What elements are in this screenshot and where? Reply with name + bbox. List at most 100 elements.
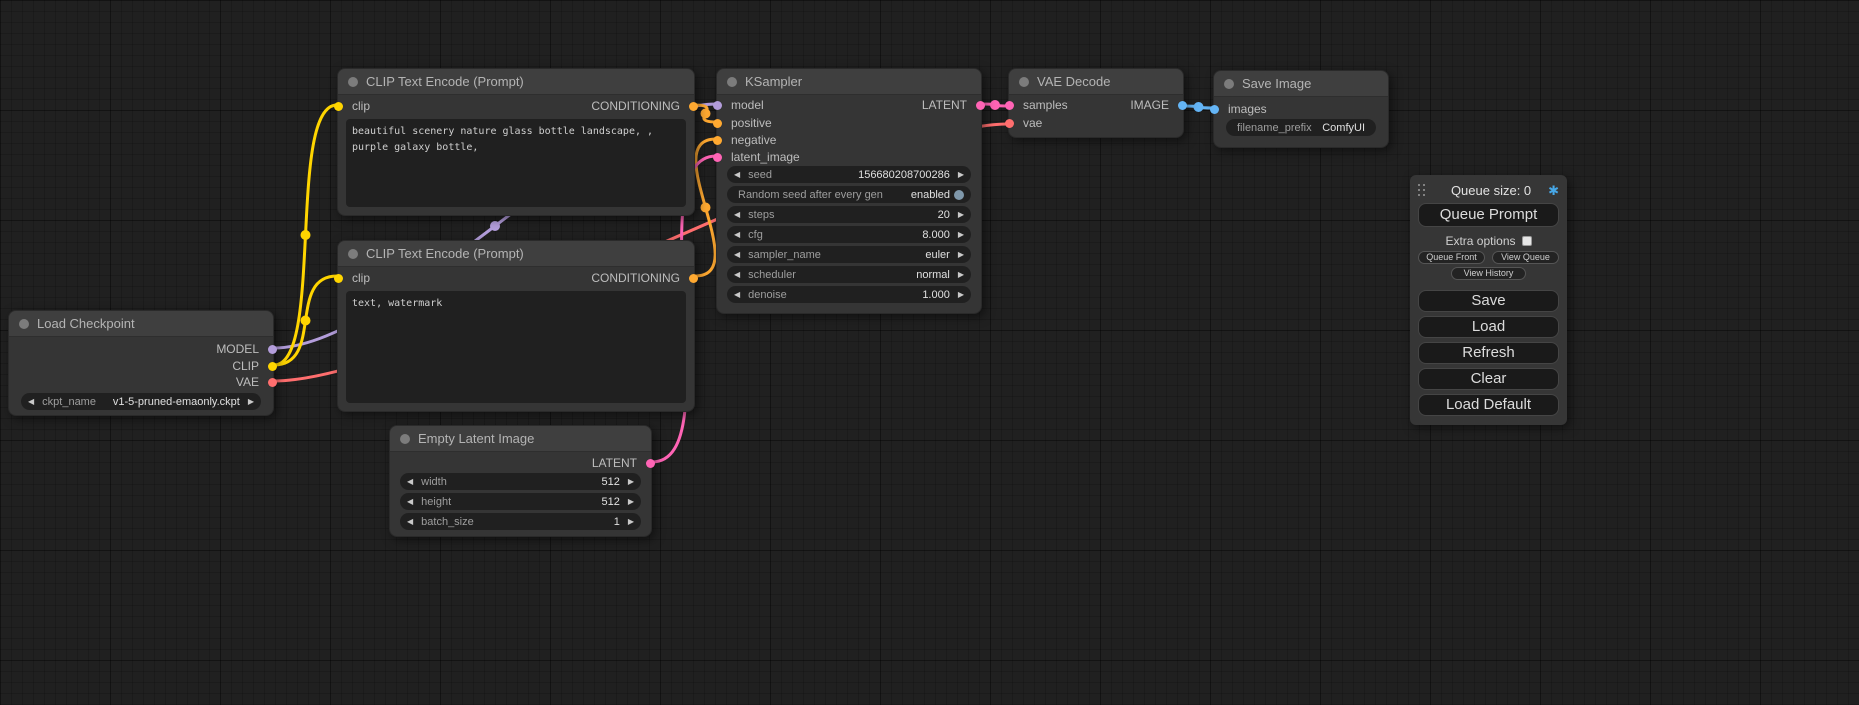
latent-image-input-dot[interactable] <box>713 153 722 162</box>
slot-label: clip <box>352 271 370 285</box>
view-history-button[interactable]: View History <box>1451 267 1526 280</box>
node-load-checkpoint[interactable]: Load Checkpoint MODEL CLIP VAE ◀ ckpt_na… <box>8 310 274 416</box>
widget-decrement-icon[interactable]: ◀ <box>407 493 413 510</box>
widget-increment-icon[interactable]: ▶ <box>958 266 964 283</box>
widget-increment-icon[interactable]: ▶ <box>628 513 634 530</box>
node-titlebar[interactable]: Empty Latent Image <box>390 426 651 452</box>
queue-prompt-button[interactable]: Queue Prompt <box>1418 203 1559 227</box>
refresh-button[interactable]: Refresh <box>1418 342 1559 364</box>
widget-decrement-icon[interactable]: ◀ <box>734 286 740 303</box>
node-clip-text-encode-positive[interactable]: CLIP Text Encode (Prompt) clip CONDITION… <box>337 68 695 216</box>
node-status-dot <box>348 249 358 259</box>
extra-options-checkbox[interactable] <box>1522 236 1532 246</box>
toggle-dot[interactable] <box>954 190 964 200</box>
denoise-widget[interactable]: ◀ denoise 1.000 ▶ <box>727 286 971 303</box>
output-slot-conditioning: CONDITIONING <box>591 271 680 285</box>
clip-input-dot[interactable] <box>334 102 343 111</box>
latent-output-dot[interactable] <box>976 101 985 110</box>
input-slot-images: images <box>1228 102 1267 116</box>
widget-label: denoise <box>748 289 787 301</box>
drag-handle-icon[interactable] <box>1418 184 1426 197</box>
clear-button[interactable]: Clear <box>1418 368 1559 390</box>
vae-input-dot[interactable] <box>1005 119 1014 128</box>
widget-decrement-icon[interactable]: ◀ <box>734 166 740 183</box>
widget-label: batch_size <box>421 516 474 528</box>
queue-front-button[interactable]: Queue Front <box>1418 251 1485 264</box>
clip-output-dot[interactable] <box>268 362 277 371</box>
widget-increment-icon[interactable]: ▶ <box>628 473 634 490</box>
node-titlebar[interactable]: Load Checkpoint <box>9 311 273 337</box>
samples-link-midpoint-dot <box>990 100 1000 110</box>
widget-increment-icon[interactable]: ▶ <box>958 286 964 303</box>
slot-label: negative <box>731 133 776 147</box>
load-button[interactable]: Load <box>1418 316 1559 338</box>
widget-increment-icon[interactable]: ▶ <box>248 393 254 410</box>
conditioning-output-dot[interactable] <box>689 102 698 111</box>
scheduler-widget[interactable]: ◀ scheduler normal ▶ <box>727 266 971 283</box>
clip-positive-link-midpoint-dot <box>301 230 311 240</box>
negative-input-dot[interactable] <box>713 136 722 145</box>
positive-prompt-textarea[interactable]: beautiful scenery nature glass bottle la… <box>346 119 686 207</box>
node-titlebar[interactable]: CLIP Text Encode (Prompt) <box>338 241 694 267</box>
ckpt-name-widget[interactable]: ◀ ckpt_name v1-5-pruned-emaonly.ckpt ▶ <box>21 393 261 410</box>
widget-value: 512 <box>601 496 619 508</box>
slot-label: positive <box>731 116 772 130</box>
node-clip-text-encode-negative[interactable]: CLIP Text Encode (Prompt) clip CONDITION… <box>337 240 695 412</box>
widget-increment-icon[interactable]: ▶ <box>958 246 964 263</box>
clip-input-dot[interactable] <box>334 274 343 283</box>
widget-value: enabled <box>911 189 950 201</box>
slot-label: vae <box>1023 116 1042 130</box>
view-queue-button[interactable]: View Queue <box>1492 251 1559 264</box>
widget-decrement-icon[interactable]: ◀ <box>407 513 413 530</box>
widget-decrement-icon[interactable]: ◀ <box>734 206 740 223</box>
negative-prompt-textarea[interactable]: text, watermark <box>346 291 686 403</box>
widget-increment-icon[interactable]: ▶ <box>958 226 964 243</box>
batch-size-widget[interactable]: ◀ batch_size 1 ▶ <box>400 513 641 530</box>
output-slot-model: MODEL <box>216 342 259 356</box>
widget-decrement-icon[interactable]: ◀ <box>734 266 740 283</box>
node-save-image[interactable]: Save Image images filename_prefix ComfyU… <box>1213 70 1389 148</box>
node-graph-canvas[interactable]: Load Checkpoint MODEL CLIP VAE ◀ ckpt_na… <box>0 0 1859 705</box>
node-ksampler[interactable]: KSampler model LATENT positive negative … <box>716 68 982 314</box>
widget-decrement-icon[interactable]: ◀ <box>407 473 413 490</box>
widget-decrement-icon[interactable]: ◀ <box>734 246 740 263</box>
model-input-dot[interactable] <box>713 101 722 110</box>
widget-decrement-icon[interactable]: ◀ <box>28 393 34 410</box>
node-titlebar[interactable]: CLIP Text Encode (Prompt) <box>338 69 694 95</box>
conditioning-output-dot[interactable] <box>689 274 698 283</box>
clip-negative-link-midpoint-dot <box>301 316 311 326</box>
steps-widget[interactable]: ◀ steps 20 ▶ <box>727 206 971 223</box>
latent-output-dot[interactable] <box>646 459 655 468</box>
images-input-dot[interactable] <box>1210 105 1219 114</box>
node-titlebar[interactable]: VAE Decode <box>1009 69 1183 95</box>
save-button[interactable]: Save <box>1418 290 1559 312</box>
sampler-name-widget[interactable]: ◀ sampler_name euler ▶ <box>727 246 971 263</box>
node-empty-latent-image[interactable]: Empty Latent Image LATENT ◀ width 512 ▶ … <box>389 425 652 537</box>
queue-size-label: Queue size: 0 <box>1434 183 1548 198</box>
model-output-dot[interactable] <box>268 345 277 354</box>
image-link-midpoint-dot <box>1194 102 1204 112</box>
cfg-widget[interactable]: ◀ cfg 8.000 ▶ <box>727 226 971 243</box>
height-widget[interactable]: ◀ height 512 ▶ <box>400 493 641 510</box>
widget-increment-icon[interactable]: ▶ <box>628 493 634 510</box>
widget-decrement-icon[interactable]: ◀ <box>734 226 740 243</box>
output-slot-latent: LATENT <box>592 456 637 470</box>
input-slot-samples: samples <box>1023 98 1068 112</box>
slot-label: IMAGE <box>1130 98 1169 112</box>
vae-output-dot[interactable] <box>268 378 277 387</box>
load-default-button[interactable]: Load Default <box>1418 394 1559 416</box>
settings-gear-icon[interactable]: ✱ <box>1548 184 1559 197</box>
node-titlebar[interactable]: KSampler <box>717 69 981 95</box>
node-vae-decode[interactable]: VAE Decode samples IMAGE vae <box>1008 68 1184 138</box>
node-titlebar[interactable]: Save Image <box>1214 71 1388 97</box>
width-widget[interactable]: ◀ width 512 ▶ <box>400 473 641 490</box>
image-output-dot[interactable] <box>1178 101 1187 110</box>
widget-increment-icon[interactable]: ▶ <box>958 206 964 223</box>
output-slot-vae: VAE <box>236 375 259 389</box>
random-seed-toggle-widget[interactable]: Random seed after every gen enabled <box>727 186 971 203</box>
samples-input-dot[interactable] <box>1005 101 1014 110</box>
filename-prefix-widget[interactable]: filename_prefix ComfyUI <box>1226 119 1376 136</box>
seed-widget[interactable]: ◀ seed 156680208700286 ▶ <box>727 166 971 183</box>
positive-input-dot[interactable] <box>713 119 722 128</box>
widget-increment-icon[interactable]: ▶ <box>958 166 964 183</box>
